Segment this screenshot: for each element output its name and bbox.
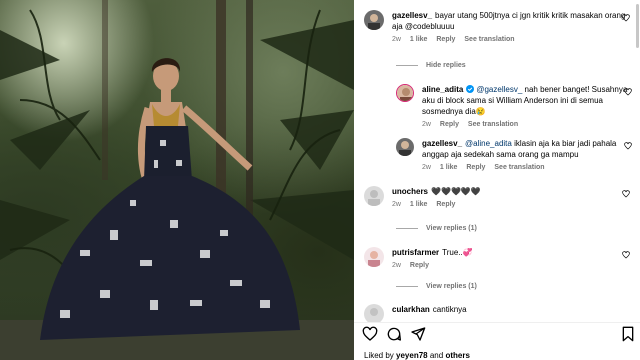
avatar[interactable]	[364, 247, 384, 267]
scrollbar-thumb[interactable]	[636, 4, 639, 48]
reply-body: aline_adita @gazellesv_ nah bener banget!…	[422, 84, 636, 117]
toggle-line	[396, 227, 418, 229]
liked-by-others[interactable]: others	[445, 351, 469, 360]
reply-button[interactable]: Reply	[436, 36, 455, 43]
reply-button[interactable]: Reply	[440, 121, 459, 128]
see-translation-link[interactable]: See translation	[468, 121, 518, 128]
comment-item: putrisfarmer True..💞 2w Reply	[364, 247, 634, 269]
liked-by: Liked by yeyen78 and others	[364, 351, 470, 360]
comment-body: gazellesv_ bayar utang 500jtnya ci jgn kr…	[392, 10, 634, 32]
reply-username[interactable]: aline_adita	[422, 85, 463, 94]
comment-time: 2w	[392, 36, 401, 43]
like-heart-icon[interactable]	[622, 190, 630, 198]
comment-username[interactable]: putrisfarmer	[392, 248, 439, 257]
reply-button[interactable]: Reply	[410, 262, 429, 269]
like-heart-icon[interactable]	[624, 88, 632, 96]
comment-meta: 2w Reply	[392, 262, 634, 269]
comment-body: putrisfarmer True..💞	[392, 247, 634, 258]
reply-meta: 2w 1 like Reply See translation	[422, 164, 636, 171]
reply-likes[interactable]: 1 like	[440, 164, 458, 171]
divider	[354, 322, 640, 323]
toggle-line	[396, 64, 418, 66]
scrollbar[interactable]	[636, 0, 640, 322]
post-actions	[362, 326, 638, 344]
liked-by-and: and	[429, 351, 444, 360]
reply-mention[interactable]: @gazellesv_	[476, 85, 522, 94]
comment-text: cantiknya	[432, 305, 467, 314]
hide-replies-label: Hide replies	[426, 62, 466, 69]
comment-body: cularkhan cantiknya	[392, 304, 634, 315]
reply-item: gazellesv_ @aline_adita iklasin aja ka bi…	[396, 138, 636, 171]
view-replies-toggle[interactable]: View replies (1)	[396, 225, 477, 232]
avatar[interactable]	[396, 84, 414, 102]
reply-time: 2w	[422, 164, 431, 171]
comment-username[interactable]: cularkhan	[392, 305, 430, 314]
comment-text: 🖤🖤🖤🖤🖤	[431, 187, 481, 196]
comment-time: 2w	[392, 201, 401, 208]
avatar[interactable]	[364, 304, 384, 322]
bookmark-icon[interactable]	[620, 326, 636, 342]
view-replies-label: View replies (1)	[426, 225, 477, 232]
view-replies-label: View replies (1)	[426, 283, 477, 290]
see-translation-link[interactable]: See translation	[464, 36, 514, 43]
liked-by-user[interactable]: yeyen78	[396, 351, 428, 360]
reply-body: gazellesv_ @aline_adita iklasin aja ka bi…	[422, 138, 636, 160]
comments-list[interactable]: gazellesv_ bayar utang 500jtnya ci jgn kr…	[354, 0, 640, 322]
comment-item: gazellesv_ bayar utang 500jtnya ci jgn kr…	[364, 10, 634, 43]
reply-meta: 2w Reply See translation	[422, 121, 636, 128]
reply-mention[interactable]: @aline_adita	[465, 139, 512, 148]
comment-meta: 2w 1 like Reply	[392, 201, 634, 208]
reply-username[interactable]: gazellesv_	[422, 139, 462, 148]
share-icon[interactable]	[410, 326, 426, 342]
like-heart-icon[interactable]	[622, 14, 630, 22]
comment-meta: 2w 1 like Reply See translation	[392, 36, 634, 43]
reply-button[interactable]: Reply	[466, 164, 485, 171]
see-translation-link[interactable]: See translation	[494, 164, 544, 171]
comment-body: unochers 🖤🖤🖤🖤🖤	[392, 186, 634, 197]
comment-username[interactable]: unochers	[392, 187, 428, 196]
comments-panel: gazellesv_ bayar utang 500jtnya ci jgn kr…	[354, 0, 640, 360]
comment-username[interactable]: gazellesv_	[392, 11, 432, 20]
reply-item: aline_adita @gazellesv_ nah bener banget!…	[396, 84, 636, 128]
comment-time: 2w	[392, 262, 401, 269]
heart-icon[interactable]	[362, 326, 378, 342]
comment-item: cularkhan cantiknya	[364, 304, 634, 322]
hide-replies-toggle[interactable]: Hide replies	[396, 62, 466, 69]
comment-likes[interactable]: 1 like	[410, 36, 428, 43]
avatar[interactable]	[364, 186, 384, 206]
photo-scene	[0, 0, 354, 360]
like-heart-icon[interactable]	[622, 251, 630, 259]
comment-item: unochers 🖤🖤🖤🖤🖤 2w 1 like Reply	[364, 186, 634, 208]
like-heart-icon[interactable]	[624, 142, 632, 150]
post-photo[interactable]	[0, 0, 354, 360]
verified-badge-icon	[466, 85, 475, 93]
comment-likes[interactable]: 1 like	[410, 201, 428, 208]
reply-time: 2w	[422, 121, 431, 128]
avatar[interactable]	[396, 138, 414, 156]
view-replies-toggle[interactable]: View replies (1)	[396, 283, 477, 290]
reply-button[interactable]: Reply	[436, 201, 455, 208]
avatar[interactable]	[364, 10, 384, 30]
liked-by-prefix: Liked by	[364, 351, 394, 360]
comment-icon[interactable]	[386, 326, 402, 342]
toggle-line	[396, 285, 418, 287]
comment-text: True..💞	[442, 248, 473, 257]
